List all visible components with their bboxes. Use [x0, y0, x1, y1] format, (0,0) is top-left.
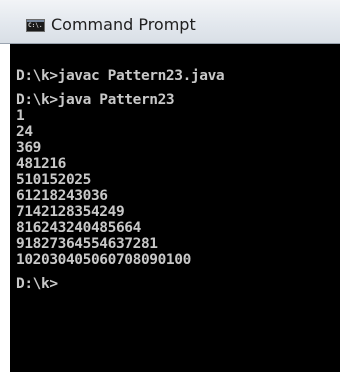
console-line-javac-command: D:\k>javac Pattern23.java — [16, 68, 225, 84]
title-bar[interactable]: C:\. Command Prompt — [0, 0, 340, 44]
console-line-output-7: 7142128354249 — [16, 204, 125, 220]
console-line-output-3: 369 — [16, 140, 41, 156]
console-line-java-command: D:\k>java Pattern23 — [16, 92, 175, 108]
console-line-prompt: D:\k> — [16, 276, 58, 292]
console-line-output-9: 91827364554637281 — [16, 236, 158, 252]
console-line-output-4: 481216 — [16, 156, 66, 172]
console-output[interactable]: D:\k>javac Pattern23.java D:\k>java Patt… — [10, 44, 340, 372]
window-title: Command Prompt — [51, 15, 196, 34]
cmd-icon[interactable]: C:\. — [26, 19, 45, 32]
command-prompt-window: C:\. Command Prompt D:\k>javac Pattern23… — [0, 0, 340, 372]
console-line-output-2: 24 — [16, 124, 33, 140]
console-line-output-10: 102030405060708090100 — [16, 252, 191, 268]
console-line-output-6: 61218243036 — [16, 188, 108, 204]
console-line-output-5: 510152025 — [16, 172, 91, 188]
console-line-output-1: 1 — [16, 108, 25, 124]
console-line-output-8: 816243240485664 — [16, 220, 141, 236]
